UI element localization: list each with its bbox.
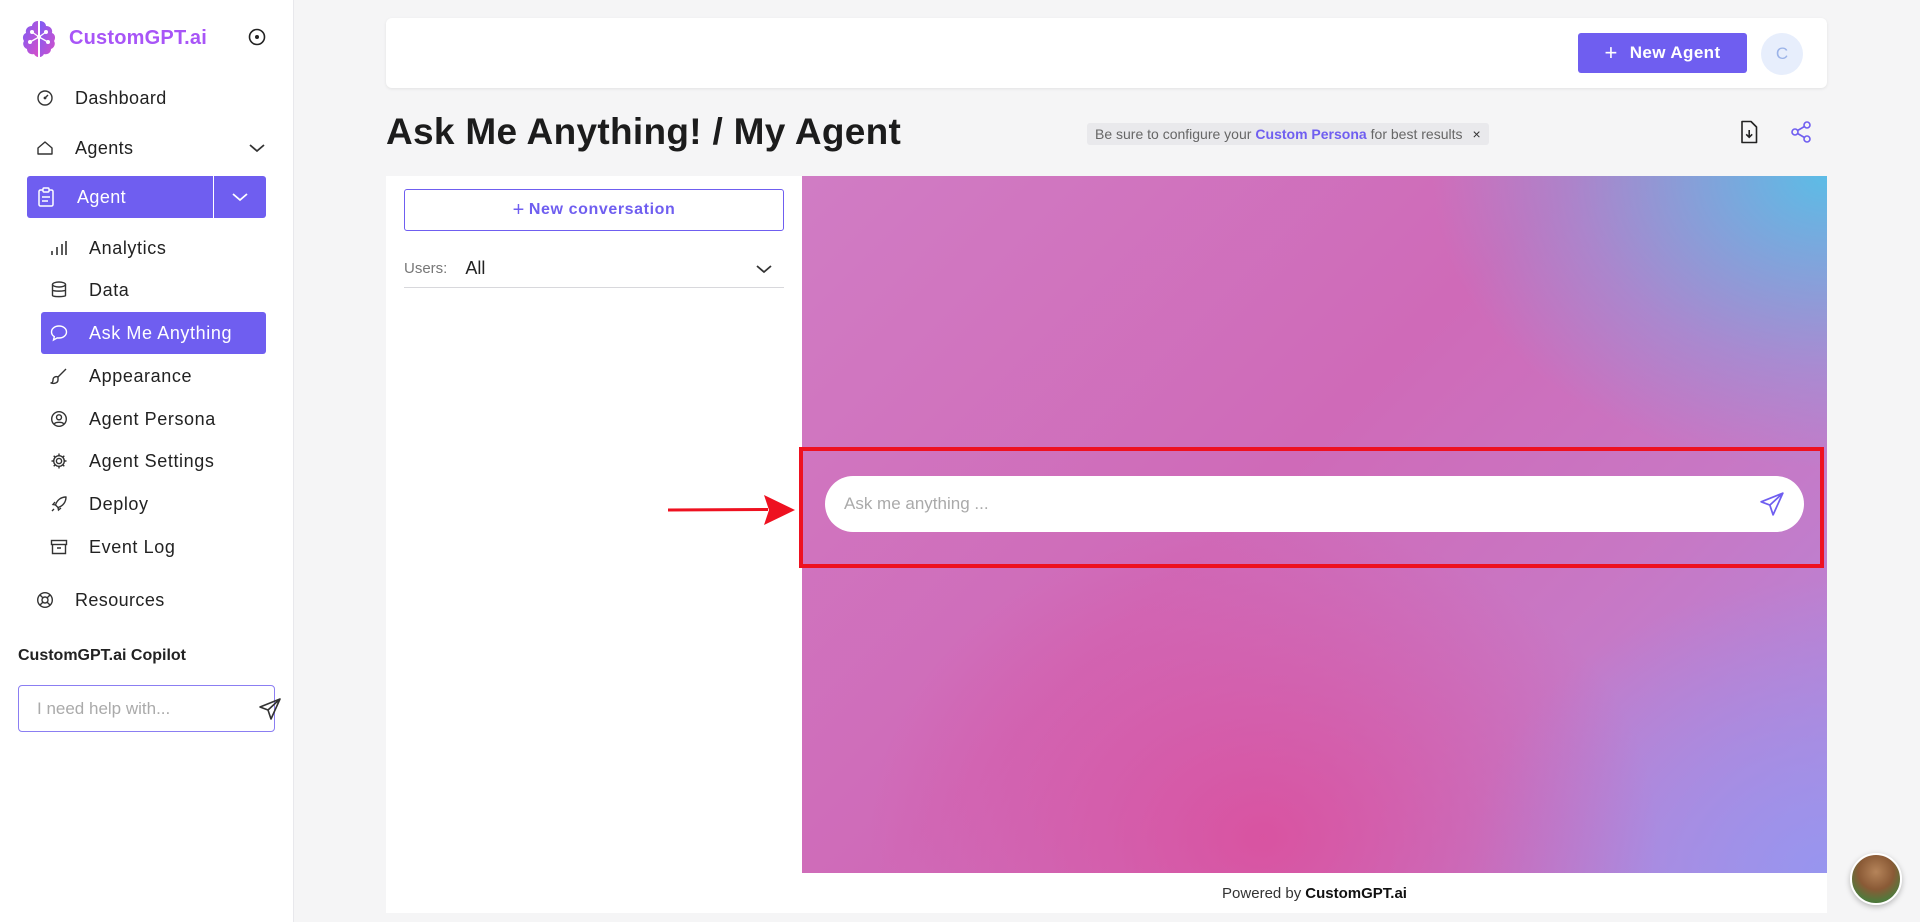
sidebar-item-agent-persona[interactable]: Agent Persona [41, 398, 266, 440]
sidebar-item-analytics[interactable]: Analytics [41, 227, 266, 269]
sidebar-item-event-log[interactable]: Event Log [41, 526, 266, 568]
plus-icon: + [1604, 40, 1618, 65]
download-file-icon[interactable] [1736, 119, 1762, 145]
sidebar-item-data[interactable]: Data [41, 269, 266, 311]
sidebar-item-label: Data [89, 279, 130, 300]
support-chat-avatar[interactable] [1850, 853, 1902, 905]
sidebar-item-label: Agent Persona [89, 408, 216, 429]
sidebar-item-appearance[interactable]: Appearance [41, 355, 266, 397]
chat-bubble-icon [49, 323, 69, 343]
share-icon[interactable] [1788, 119, 1814, 145]
sidebar-item-resources[interactable]: Resources [35, 588, 266, 612]
users-label: Users: [404, 260, 448, 277]
sidebar-item-label: Agents [75, 137, 134, 158]
user-avatar[interactable]: C [1761, 33, 1803, 75]
new-conversation-label: New conversation [528, 201, 676, 218]
sidebar-item-label: Analytics [89, 237, 167, 258]
clipboard-icon [37, 187, 57, 207]
new-agent-button[interactable]: + New Agent [1578, 33, 1747, 73]
sidebar-item-label: Deploy [89, 493, 149, 514]
sidebar-item-label: Ask Me Anything [89, 322, 233, 343]
lifebuoy-icon [35, 590, 55, 610]
send-icon[interactable] [258, 689, 282, 729]
brand-name: CustomGPT.ai [69, 26, 207, 49]
sidebar-item-label: Dashboard [75, 87, 167, 108]
sidebar-item-label: Resources [75, 589, 165, 610]
highlight-annotation-box [799, 447, 1824, 568]
new-conversation-button[interactable]: + New conversation [404, 189, 784, 231]
agent-main-button[interactable]: Agent [27, 176, 213, 218]
sidebar-item-label: Agent Settings [89, 450, 215, 471]
sidebar-item-label: Event Log [89, 536, 176, 557]
database-icon [49, 280, 69, 300]
page-title: Ask Me Anything! / My Agent [386, 111, 902, 152]
archive-icon [49, 537, 69, 557]
sidebar-item-agent[interactable]: Agent [27, 176, 266, 218]
sidebar-toggle-icon[interactable] [247, 27, 267, 47]
brain-logo-icon [22, 21, 56, 57]
sidebar-item-agent-settings[interactable]: Agent Settings [41, 440, 266, 482]
hint-suffix: for best results [1370, 126, 1463, 142]
persona-hint-banner: Be sure to configure your Custom Persona… [1087, 123, 1489, 145]
sidebar-item-label: Appearance [89, 365, 193, 386]
sidebar-item-dashboard[interactable]: Dashboard [35, 86, 266, 110]
plus-icon: + [512, 199, 525, 221]
chevron-down-icon[interactable] [248, 142, 266, 154]
chat-footer: Powered by CustomGPT.ai [802, 873, 1827, 913]
copilot-input[interactable] [19, 686, 258, 731]
close-icon[interactable]: × [1473, 126, 1481, 142]
users-value: All [465, 258, 486, 278]
bar-chart-icon [49, 238, 69, 258]
custom-persona-link[interactable]: Custom Persona [1255, 126, 1366, 142]
rocket-icon [49, 494, 69, 514]
hint-prefix: Be sure to configure your [1095, 126, 1252, 142]
sidebar-item-label: Agent [77, 186, 127, 207]
footer-brand[interactable]: CustomGPT.ai [1305, 885, 1407, 902]
sidebar-item-ask-me-anything[interactable]: Ask Me Anything [41, 312, 266, 354]
new-agent-label: New Agent [1629, 43, 1721, 62]
chevron-down-icon [752, 257, 776, 281]
copilot-title: CustomGPT.ai Copilot [18, 647, 186, 664]
gear-icon [49, 451, 69, 471]
sidebar-item-agents[interactable]: Agents [35, 136, 266, 160]
brush-icon [49, 366, 69, 386]
sidebar: CustomGPT.ai Dashboard Agents Agent Anal… [0, 0, 294, 922]
sidebar-item-deploy[interactable]: Deploy [41, 483, 266, 525]
home-icon [35, 138, 55, 158]
users-filter-select[interactable]: Users: All [404, 250, 784, 288]
arrow-annotation-icon [668, 495, 795, 525]
chevron-down-icon [232, 193, 248, 202]
conversation-panel: + New conversation Users: All [386, 176, 802, 913]
copilot-input-box [18, 685, 281, 732]
agent-expand-button[interactable] [214, 176, 266, 218]
dashboard-icon [35, 88, 55, 108]
user-circle-icon [49, 409, 69, 429]
brand[interactable]: CustomGPT.ai [17, 16, 207, 60]
footer-prefix: Powered by [1222, 884, 1302, 902]
